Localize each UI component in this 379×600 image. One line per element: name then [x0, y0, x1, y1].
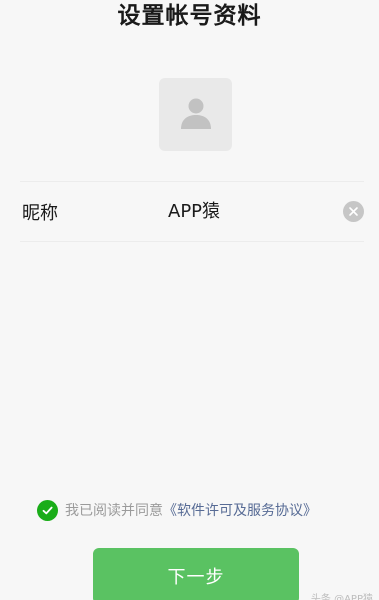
agreement-prefix: 我已阅读并同意 [65, 503, 163, 519]
agreement-row: 我已阅读并同意 《软件许可及服务协议》 [37, 499, 317, 521]
watermark: 头条 @APP猿 [310, 594, 373, 600]
next-button[interactable]: 下一步 [93, 548, 299, 600]
nickname-row: 昵称 [20, 181, 364, 242]
clear-icon[interactable] [343, 201, 364, 222]
avatar-picker[interactable] [159, 78, 232, 151]
nickname-input[interactable] [168, 195, 333, 225]
agreement-link[interactable]: 《软件许可及服务协议》 [163, 500, 317, 520]
setup-profile-screen: 设置帐号资料 昵称 我已阅读并同意 《软件许可及服务协议》 下一步 头条 @AP… [0, 0, 379, 600]
user-placeholder-icon [176, 93, 216, 137]
check-circle-icon[interactable] [37, 499, 58, 521]
nickname-label: 昵称 [22, 203, 58, 224]
page-title: 设置帐号资料 [117, 3, 262, 29]
